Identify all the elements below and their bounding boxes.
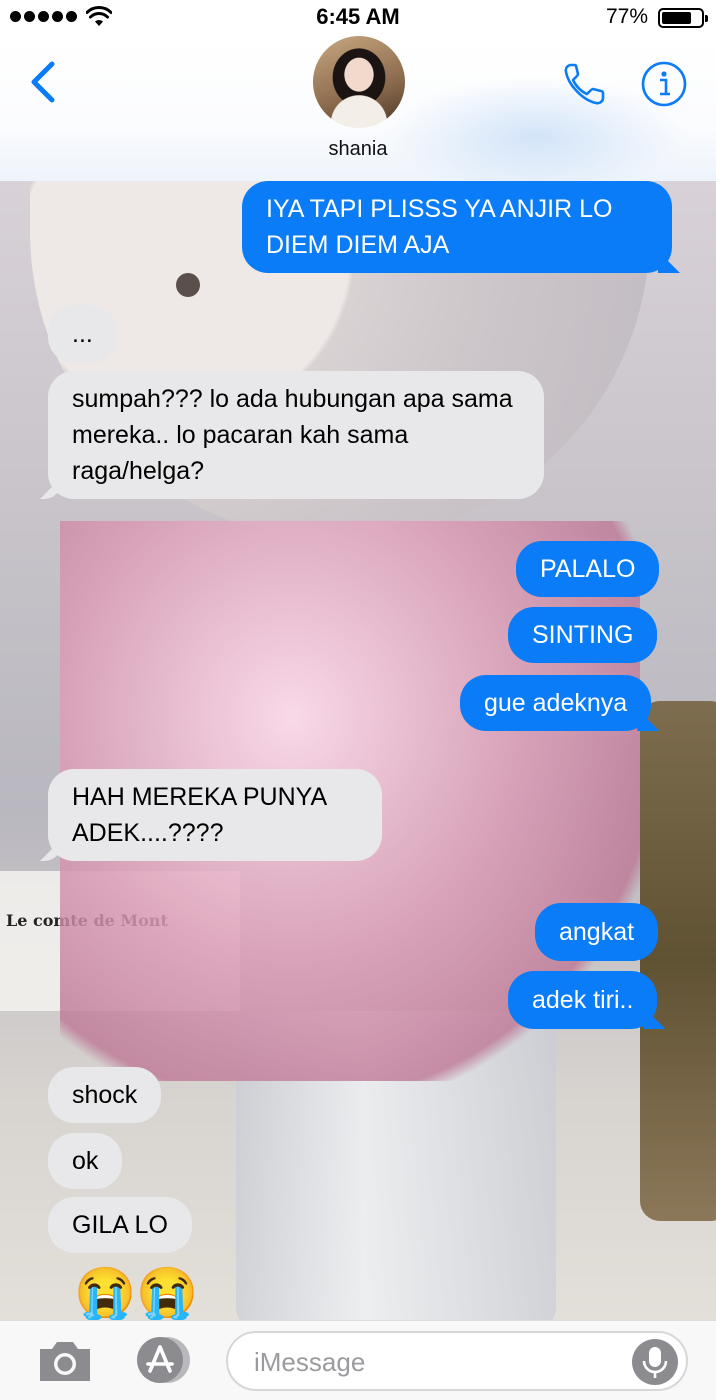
phone-icon xyxy=(564,63,605,105)
message-bubble-incoming[interactable]: shock xyxy=(48,1067,162,1123)
battery-fill xyxy=(662,12,692,24)
message-bubble-outgoing[interactable]: angkat xyxy=(535,903,659,961)
message-bubble-outgoing[interactable]: IYA TAPI PLISSS YA ANJIR LO DIEM DIEM AJ… xyxy=(242,181,672,273)
message-bubble-incoming[interactable]: GILA LO xyxy=(48,1197,192,1253)
message-bubble-outgoing[interactable]: PALALO xyxy=(516,541,660,597)
message-bubble-incoming[interactable]: sumpah??? lo ada hubungan apa sama merek… xyxy=(48,371,544,499)
message-input-container[interactable] xyxy=(226,1331,688,1391)
battery-percent: 77% xyxy=(605,5,648,28)
background-cup xyxy=(236,1011,556,1320)
contact-name[interactable]: shania xyxy=(0,138,716,161)
chevron-left-icon xyxy=(31,61,55,103)
background-bottle xyxy=(640,701,716,1221)
message-bubble-incoming[interactable]: ok xyxy=(48,1133,123,1189)
message-bubble-incoming[interactable]: HAH MEREKA PUNYA ADEK....???? xyxy=(48,769,382,861)
microphone-icon xyxy=(642,1347,668,1378)
message-input[interactable] xyxy=(254,1345,634,1379)
background-book-text: Le comte de Mont xyxy=(6,911,168,930)
message-bubble-outgoing[interactable]: SINTING xyxy=(508,607,658,663)
input-bar xyxy=(0,1320,716,1400)
message-bubble-incoming[interactable]: ... xyxy=(48,305,117,363)
info-button[interactable] xyxy=(640,60,688,108)
message-bubble-outgoing[interactable]: adek tiri.. xyxy=(508,971,658,1029)
message-bubble-outgoing[interactable]: gue adeknya xyxy=(460,675,652,731)
background-book xyxy=(0,871,240,1011)
app-store-button[interactable] xyxy=(130,1335,196,1385)
status-bar: 6:45 AM 77% xyxy=(0,0,716,36)
message-list[interactable]: Le comte de Mont IYA TAPI PLISSS YA ANJI… xyxy=(0,181,716,1320)
battery-icon xyxy=(658,8,708,28)
camera-button[interactable] xyxy=(36,1337,94,1385)
info-icon xyxy=(641,61,687,107)
camera-icon xyxy=(40,1342,90,1381)
phone-button[interactable] xyxy=(560,60,608,108)
app-store-icon xyxy=(137,1337,190,1383)
conversation-header: shania xyxy=(0,36,716,196)
back-button[interactable] xyxy=(24,58,64,106)
message-emoji[interactable]: 😭😭 xyxy=(74,1263,199,1320)
microphone-button[interactable] xyxy=(632,1339,678,1385)
avatar[interactable] xyxy=(313,36,405,128)
